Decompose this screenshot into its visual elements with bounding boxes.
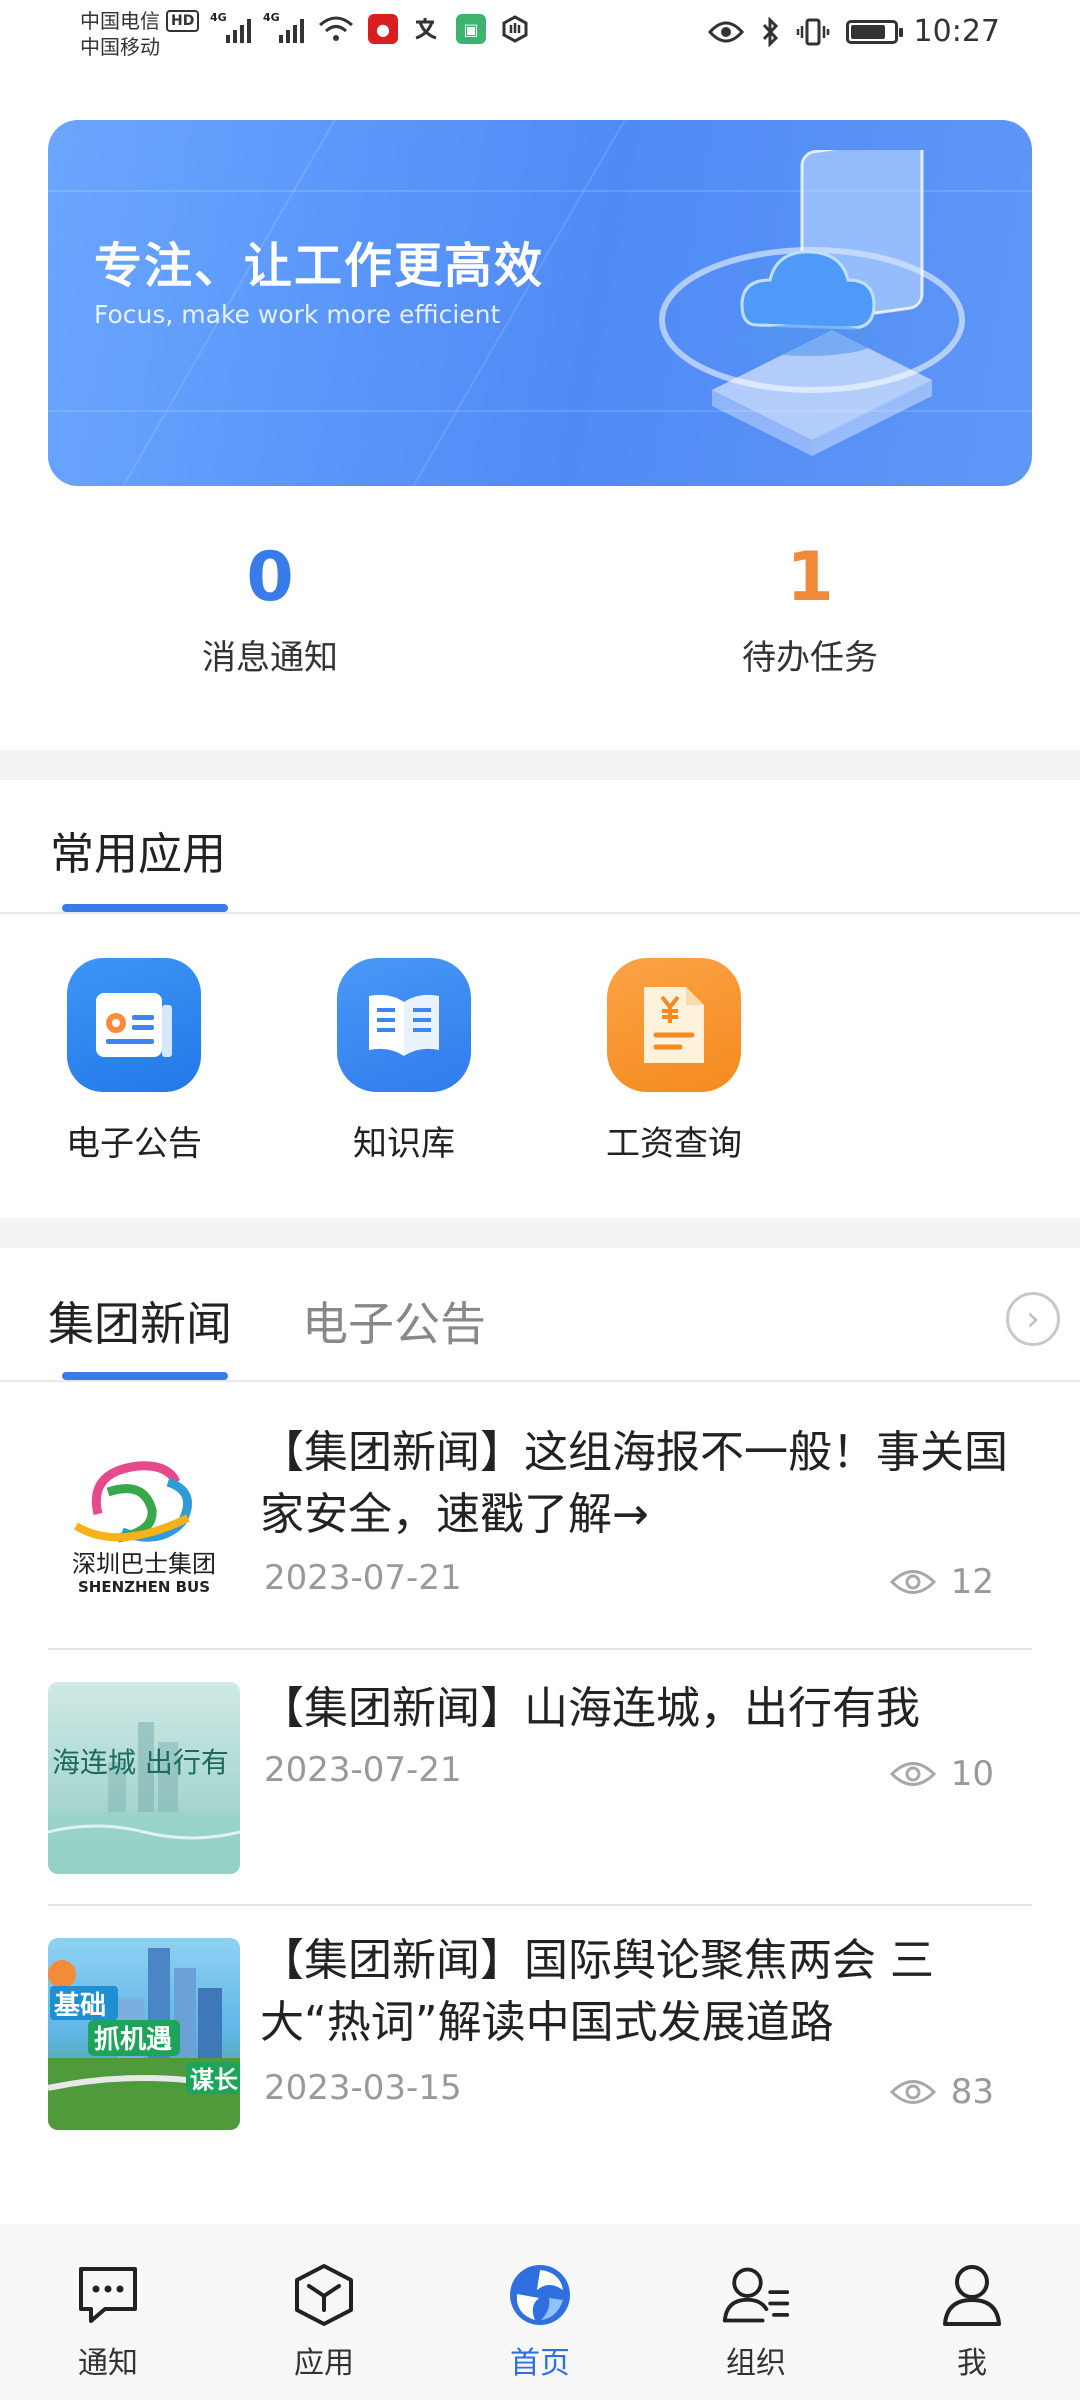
eye-icon [707, 21, 744, 42]
bottom-navigation: 通知 应用 首页 组织 我 [0, 2224, 1080, 2400]
news-date: 2023-03-15 [264, 2068, 462, 2108]
signal-icons: 4G 4G ● ▣ [210, 11, 530, 44]
user-icon [937, 2260, 1007, 2330]
news-views: 10 [889, 1754, 994, 1794]
view-count: 83 [950, 2072, 994, 2112]
eye-icon [889, 1570, 936, 1594]
news-thumbnail: 海连城 出行有 [48, 1682, 240, 1874]
city-skyline-image: 海连城 出行有 [48, 1722, 240, 1874]
active-tab-underline [62, 1372, 228, 1380]
salary-document-icon [607, 958, 741, 1092]
more-arrow-button[interactable]: › [1006, 1292, 1060, 1346]
organization-icon [721, 2260, 791, 2330]
status-bar: 中国电信 HD 中国移动 4G 4G ● ▣ 10:27 [0, 0, 1080, 78]
hero-banner[interactable]: 专注、让工作更高效 Focus, make work more efficien… [48, 120, 1032, 486]
carrier-info: 中国电信 HD 中国移动 [80, 8, 200, 60]
news-title: 【集团新闻】山海连城，出行有我 [260, 1683, 920, 1734]
app-label: 知识库 [353, 1124, 455, 1164]
stat-label: 待办任务 [742, 638, 878, 678]
stat-messages[interactable]: 0 消息通知 [0, 540, 540, 700]
status-right: 10:27 [707, 14, 1000, 49]
nav-label: 首页 [510, 2346, 570, 2381]
app-label: 电子公告 [66, 1124, 202, 1164]
stat-tasks[interactable]: 1 待办任务 [540, 540, 1080, 700]
chat-bubble-icon [73, 2260, 143, 2330]
section-divider [0, 1218, 1080, 1248]
book-icon [337, 958, 471, 1092]
news-item[interactable]: 基础 抓机遇 谋长 【集团新闻】国际舆论聚焦两会 三大“热词”解读中国式发展道路… [48, 1908, 1032, 2158]
sim-app-icon: ▣ [456, 14, 486, 44]
section-divider [0, 750, 1080, 780]
title-underline [62, 904, 228, 912]
nav-label: 组织 [726, 2346, 786, 2381]
signal-icon: 4G [210, 11, 251, 43]
battery-icon [845, 19, 903, 44]
svg-text:深圳巴士集团: 深圳巴士集团 [72, 1550, 216, 1578]
bluetooth-icon [762, 16, 778, 47]
tab-announcements[interactable]: 电子公告 [302, 1288, 486, 1354]
translate-icon [415, 18, 437, 40]
app-salary-query[interactable]: 工资查询 [574, 958, 774, 1165]
news-views: 12 [889, 1562, 994, 1602]
svg-text:海连城 出行有: 海连城 出行有 [52, 1746, 229, 1779]
signal-icon: 4G [263, 11, 304, 43]
tab-group-news[interactable]: 集团新闻 [48, 1288, 232, 1354]
home-logo-icon [505, 2260, 575, 2330]
app-label: 工资查询 [606, 1124, 742, 1164]
news-views: 83 [889, 2072, 994, 2112]
hand-icon [502, 15, 528, 43]
clock: 10:27 [913, 14, 1000, 49]
banner-title: 专注、让工作更高效 [94, 238, 545, 294]
svg-text:基础: 基础 [54, 1991, 106, 2021]
nav-label: 应用 [294, 2346, 354, 2381]
news-title: 【集团新闻】国际舆论聚焦两会 三大“热词”解读中国式发展道路 [260, 1935, 934, 2048]
svg-text:SHENZHEN BUS: SHENZHEN BUS [78, 1578, 210, 1596]
nav-label: 我 [957, 2346, 987, 2381]
wifi-icon [319, 16, 353, 41]
app-notification-icon: ● [368, 14, 398, 44]
stat-label: 消息通知 [202, 638, 338, 678]
news-date: 2023-07-21 [264, 1750, 462, 1790]
eye-icon [889, 2080, 936, 2104]
eye-icon [889, 1762, 936, 1786]
carrier-2: 中国移动 [80, 35, 160, 59]
city-development-image: 基础 抓机遇 谋长 [48, 1948, 240, 2130]
news-item[interactable]: 海连城 出行有 【集团新闻】山海连城，出行有我 2023-07-21 10 [48, 1652, 1032, 1906]
app-knowledge-base[interactable]: 知识库 [304, 958, 504, 1165]
cube-icon [289, 2260, 359, 2330]
nav-label: 通知 [78, 2346, 138, 2381]
view-count: 12 [950, 1562, 994, 1602]
svg-text:抓机遇: 抓机遇 [94, 2025, 172, 2055]
vibrate-icon [796, 18, 829, 45]
news-date: 2023-07-21 [264, 1558, 462, 1598]
news-item[interactable]: 深圳巴士集团 SHENZHEN BUS 【集团新闻】这组海报不一般！事关国家安全… [48, 1384, 1032, 1650]
nav-home[interactable]: 首页 [432, 2224, 648, 2400]
common-apps-title: 常用应用 [50, 829, 226, 880]
nav-organization[interactable]: 组织 [648, 2224, 864, 2400]
banner-subtitle: Focus, make work more efficient [94, 300, 501, 329]
shenzhen-bus-logo-icon: 深圳巴士集团 SHENZHEN BUS [72, 1461, 216, 1596]
news-thumbnail: 深圳巴士集团 SHENZHEN BUS [48, 1422, 240, 1614]
view-count: 10 [950, 1754, 994, 1794]
announcement-icon [67, 958, 201, 1092]
carrier-1: 中国电信 [80, 9, 160, 33]
nav-apps[interactable]: 应用 [216, 2224, 432, 2400]
stats-row: 0 消息通知 1 待办任务 [0, 540, 1080, 700]
hd-badge: HD [166, 10, 200, 32]
stat-value: 1 [786, 538, 834, 617]
app-announcement[interactable]: 电子公告 [34, 958, 234, 1165]
cloud-illustration-icon [659, 150, 965, 456]
news-tabs: 集团新闻 电子公告 › [0, 1248, 1080, 1382]
nav-notifications[interactable]: 通知 [0, 2224, 216, 2400]
news-thumbnail: 基础 抓机遇 谋长 [48, 1938, 240, 2130]
common-apps-grid: 电子公告 知识库 工资查询 [0, 914, 1080, 1214]
common-apps-header: 常用应用 [0, 780, 1080, 914]
stat-value: 0 [246, 538, 294, 617]
svg-text:谋长: 谋长 [190, 2066, 239, 2094]
news-title: 【集团新闻】这组海报不一般！事关国家安全，速戳了解→ [260, 1427, 1008, 1540]
nav-me[interactable]: 我 [864, 2224, 1080, 2400]
